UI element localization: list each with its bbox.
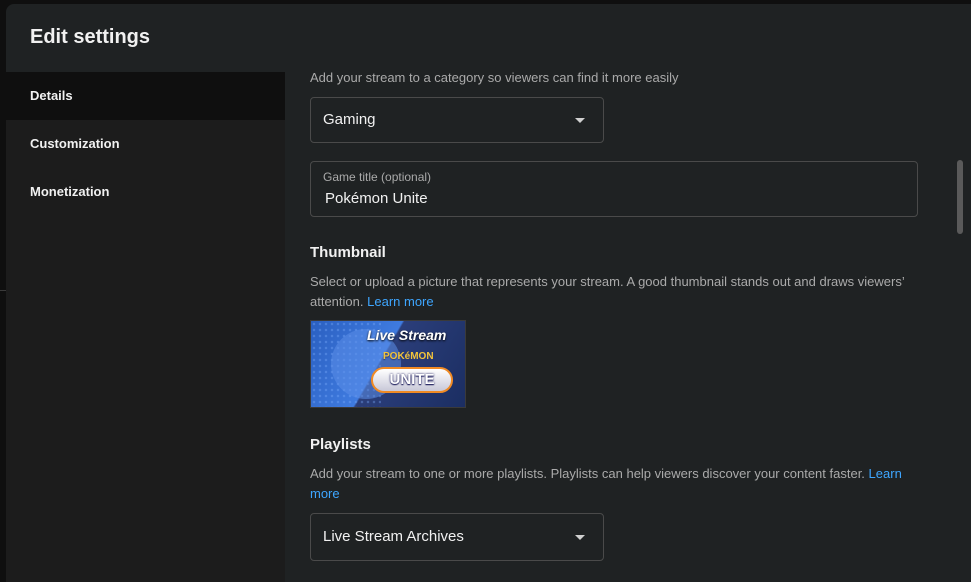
edit-settings-dialog: Edit settings Details Customization Mone…: [6, 4, 971, 582]
scrollbar-thumb[interactable]: [957, 160, 963, 234]
category-hint: Add your stream to a category so viewers…: [310, 70, 679, 85]
thumbnail-heading: Thumbnail: [310, 244, 386, 261]
sidebar-item-customization[interactable]: Customization: [6, 120, 285, 168]
chevron-down-icon: [575, 535, 585, 540]
dialog-title: Edit settings: [30, 26, 151, 48]
thumbnail-learn-more-link[interactable]: Learn more: [367, 294, 433, 309]
sidebar-item-details[interactable]: Details: [6, 72, 285, 120]
game-title-label: Game title (optional): [323, 170, 432, 184]
settings-sidebar: Details Customization Monetization: [6, 72, 285, 582]
category-select-value: Gaming: [323, 111, 376, 128]
playlists-heading: Playlists: [310, 436, 371, 453]
category-select[interactable]: Gaming: [310, 97, 604, 143]
playlist-select-value: Live Stream Archives: [323, 528, 464, 545]
thumbnail-caption: Live Stream: [367, 327, 447, 343]
game-title-field[interactable]: Game title (optional): [310, 161, 918, 217]
playlist-select[interactable]: Live Stream Archives: [310, 513, 604, 561]
thumbnail-logo-unite: UNITE: [371, 367, 453, 393]
thumbnail-description: Select or upload a picture that represen…: [310, 272, 920, 312]
playlists-description: Add your stream to one or more playlists…: [310, 464, 920, 504]
thumbnail-logo-pokemon: POKéMON: [383, 351, 434, 362]
playlists-description-text: Add your stream to one or more playlists…: [310, 466, 865, 481]
chevron-down-icon: [575, 118, 585, 123]
stream-thumbnail[interactable]: Live Stream POKéMON UNITE: [310, 320, 466, 408]
game-title-input[interactable]: [325, 188, 895, 208]
sidebar-item-monetization[interactable]: Monetization: [6, 168, 285, 216]
